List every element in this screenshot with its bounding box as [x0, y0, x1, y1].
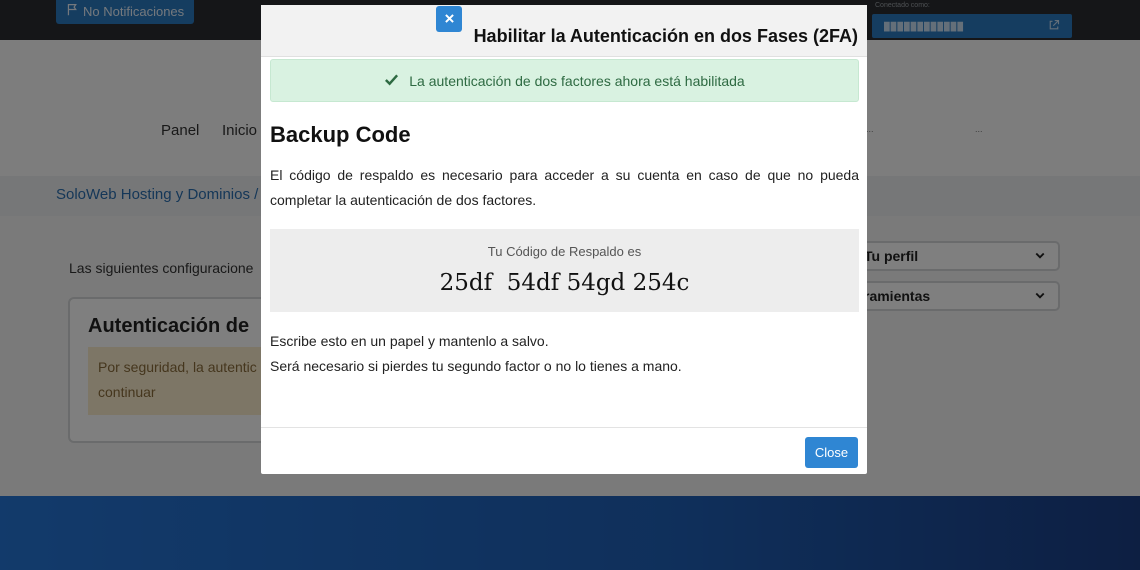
modal-title: Habilitar la Autenticación en dos Fases … [473, 26, 858, 46]
success-alert: La autenticación de dos factores ahora e… [270, 59, 859, 102]
backup-note-2: Será necesario si pierdes tu segundo fac… [270, 358, 682, 374]
close-icon [444, 10, 454, 28]
backup-heading: Backup Code [270, 122, 411, 147]
twofa-modal: Habilitar la Autenticación en dos Fases … [261, 5, 867, 474]
success-message: La autenticación de dos factores ahora e… [409, 72, 745, 89]
modal-footer-divider [261, 427, 867, 428]
backup-code-value: 25df 54df 54gd 254c [439, 270, 690, 296]
check-icon [384, 72, 399, 90]
backup-code-box: Tu Código de Respaldo es 25df 54df 54gd … [270, 229, 859, 312]
backup-note-1: Escribe esto en un papel y mantenlo a sa… [270, 333, 549, 349]
backup-description: El código de respaldo es necesario para … [270, 167, 859, 208]
close-button[interactable]: Close [805, 437, 858, 468]
modal-close-x-button[interactable] [436, 6, 462, 32]
backup-code-label: Tu Código de Respaldo es [487, 244, 642, 259]
modal-header: Habilitar la Autenticación en dos Fases … [261, 5, 867, 57]
